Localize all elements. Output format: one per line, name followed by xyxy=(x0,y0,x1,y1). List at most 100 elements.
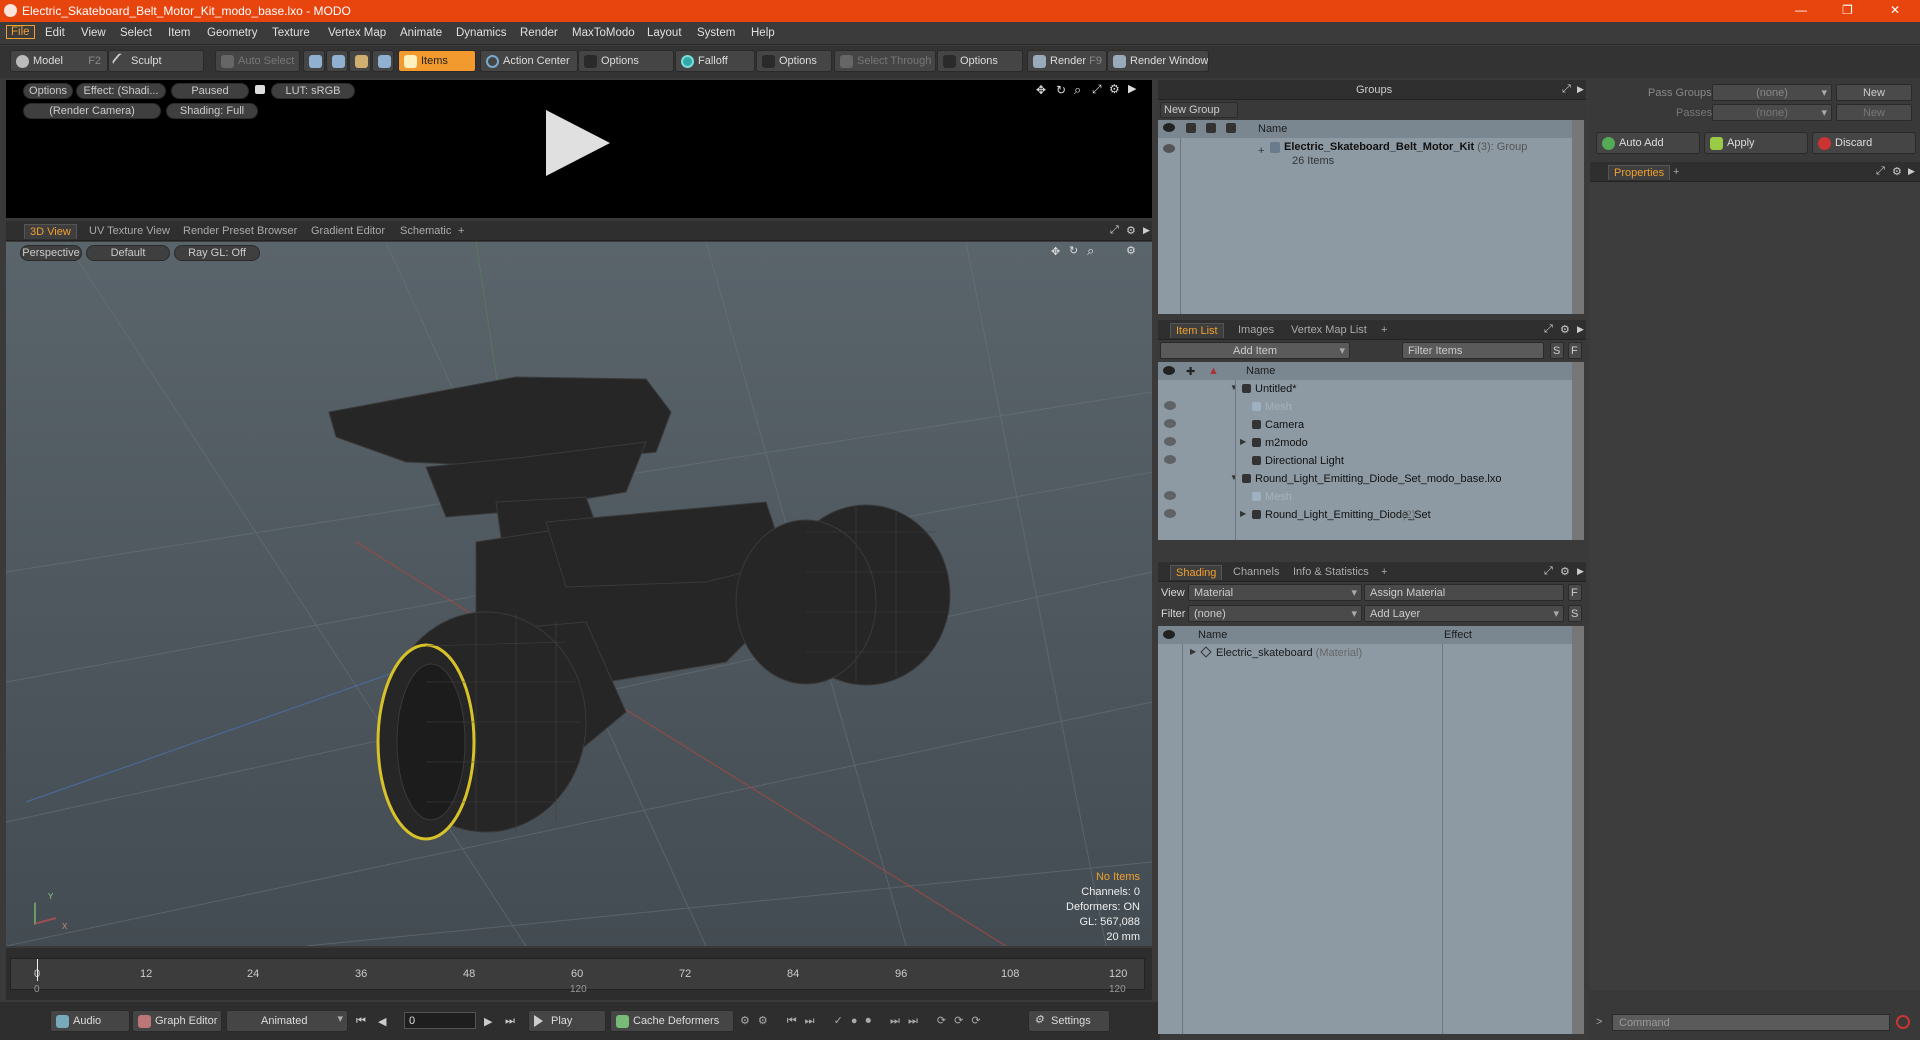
rotate-icon[interactable]: ↻ xyxy=(1069,244,1078,257)
select-through-button[interactable]: Select Through xyxy=(834,50,936,72)
eye-icon[interactable] xyxy=(1163,144,1175,153)
maximize-icon[interactable]: ⤢ xyxy=(1110,224,1119,237)
materials-mode-button[interactable] xyxy=(372,50,394,72)
play-icon[interactable] xyxy=(546,110,610,176)
move-icon[interactable]: ✥ xyxy=(1036,83,1046,97)
arrow-right-icon[interactable]: ▶ xyxy=(1577,324,1584,335)
apply-button[interactable]: Apply xyxy=(1704,132,1808,154)
add-tab-button[interactable]: + xyxy=(1668,165,1684,179)
default-style-dropdown[interactable]: Default xyxy=(86,245,170,261)
shader-scrollbar[interactable] xyxy=(1572,626,1584,1034)
item-row[interactable]: Mesh xyxy=(1158,398,1572,416)
preview-shading-dropdown[interactable]: Shading: Full xyxy=(166,103,258,119)
search-s-button[interactable]: S xyxy=(1550,342,1564,359)
menu-dynamics[interactable]: Dynamics xyxy=(456,27,506,39)
arrow-right-icon[interactable]: ▶ xyxy=(1128,82,1136,95)
eye-icon[interactable] xyxy=(1164,419,1176,428)
search-f-button[interactable]: F xyxy=(1568,342,1582,359)
preview-effect-dropdown[interactable]: Effect: (Shadi... xyxy=(76,83,166,99)
expand-arrow-icon[interactable]: ▶ xyxy=(1190,647,1196,656)
sculpt-mode-button[interactable]: Sculpt xyxy=(108,50,204,72)
collapse-arrow-icon[interactable]: ▼ xyxy=(1230,383,1238,392)
new-group-button[interactable]: New Group xyxy=(1160,102,1238,118)
add-item-dropdown[interactable]: Add Item xyxy=(1160,342,1350,359)
skip-end-icon[interactable]: ⏭ xyxy=(505,1015,515,1028)
action-center-button[interactable]: Action Center xyxy=(480,50,578,72)
zoom-icon[interactable]: ⌕ xyxy=(1074,82,1081,98)
pass-groups-dropdown[interactable]: (none) xyxy=(1712,84,1832,101)
minimize-button[interactable]: — xyxy=(1795,3,1807,17)
view-dropdown[interactable]: Material xyxy=(1188,584,1362,601)
assign-material-button[interactable]: Assign Material xyxy=(1364,584,1564,601)
tab-shading[interactable]: Shading xyxy=(1170,565,1223,580)
eye-icon[interactable] xyxy=(1164,437,1176,446)
tab-channels[interactable]: Channels xyxy=(1228,565,1284,579)
preview-camera-dropdown[interactable]: (Render Camera) xyxy=(23,103,161,119)
render-window-button[interactable]: Render Window xyxy=(1107,50,1209,72)
discard-button[interactable]: Discard xyxy=(1812,132,1916,154)
expand-icon[interactable]: + xyxy=(1258,145,1264,157)
vertices-mode-button[interactable] xyxy=(303,50,325,72)
cache-deformers-button[interactable]: Cache Deformers xyxy=(610,1010,734,1032)
add-tab-button[interactable]: + xyxy=(1376,323,1392,337)
add-tab-button[interactable]: + xyxy=(1376,565,1392,579)
add-tab-button[interactable]: + xyxy=(453,224,469,238)
key-tools-icon[interactable]: ⚙⚙ ⏮⏭ ✓●⏺ ⏭⏭ ⟳⟳⟳ xyxy=(740,1014,989,1028)
preview-options-button[interactable]: Options xyxy=(23,83,73,99)
action-center-options-button[interactable]: Options xyxy=(578,50,674,72)
menu-edit[interactable]: Edit xyxy=(45,27,65,39)
menu-system[interactable]: System xyxy=(697,27,735,39)
select-through-options-button[interactable]: Options xyxy=(937,50,1023,72)
tab-images[interactable]: Images xyxy=(1233,323,1279,337)
itemlist-tree[interactable]: ✚ ▲ Name ▼ Untitled* Mesh Camera ▶ m2modo Dire… xyxy=(1158,362,1572,540)
polygons-mode-button[interactable] xyxy=(349,50,371,72)
menu-geometry[interactable]: Geometry xyxy=(207,27,258,39)
menu-animate[interactable]: Animate xyxy=(400,27,442,39)
tab-gradient-editor[interactable]: Gradient Editor xyxy=(306,224,390,238)
collapse-arrow-icon[interactable]: ▼ xyxy=(1230,473,1238,482)
material-row[interactable]: ▶ Electric_skateboard (Material) xyxy=(1158,644,1572,662)
animated-dropdown[interactable]: Animated xyxy=(226,1010,348,1032)
item-row[interactable]: ▼ Untitled* xyxy=(1158,380,1572,398)
command-input[interactable]: Command xyxy=(1612,1014,1890,1031)
settings-button[interactable]: ⚙ Settings xyxy=(1028,1010,1110,1032)
rotate-icon[interactable]: ↻ xyxy=(1056,83,1066,97)
menu-render[interactable]: Render xyxy=(520,27,558,39)
filter-items-input[interactable]: Filter Items xyxy=(1402,342,1544,359)
skip-start-icon[interactable]: ⏮ xyxy=(356,1015,366,1028)
edges-mode-button[interactable] xyxy=(326,50,348,72)
gear-icon[interactable]: ⚙ xyxy=(1560,323,1570,336)
restore-button[interactable]: ❐ xyxy=(1842,3,1853,17)
falloff-button[interactable]: Falloff xyxy=(675,50,755,72)
raygl-dropdown[interactable]: Ray GL: Off xyxy=(174,245,260,261)
item-row[interactable]: Directional Light xyxy=(1158,452,1572,470)
perspective-dropdown[interactable]: Perspective xyxy=(20,245,82,261)
shading-f-button[interactable]: F xyxy=(1568,584,1582,601)
preview-lut-dropdown[interactable]: LUT: sRGB xyxy=(271,83,355,99)
tab-item-list[interactable]: Item List xyxy=(1170,323,1224,338)
groups-list[interactable]: Name + Electric_Skateboard_Belt_Motor_Ki… xyxy=(1158,120,1572,314)
gear-icon[interactable]: ⚙ xyxy=(1109,82,1120,96)
tab-vertex-map-list[interactable]: Vertex Map List xyxy=(1286,323,1372,337)
new-pass-group-button[interactable]: New xyxy=(1836,84,1912,101)
maximize-icon[interactable]: ⤢ xyxy=(1876,165,1885,178)
zoom-icon[interactable]: ⌕ xyxy=(1087,243,1094,259)
maximize-icon[interactable]: ⤢ xyxy=(1562,83,1571,96)
arrow-right-icon[interactable]: ▶ xyxy=(1577,566,1584,577)
menu-help[interactable]: Help xyxy=(751,27,775,39)
audio-button[interactable]: Audio xyxy=(50,1010,130,1032)
eye-icon[interactable] xyxy=(1164,401,1176,410)
menu-file[interactable]: File xyxy=(6,25,35,39)
item-row[interactable]: ▶ Round_Light_Emitting_Diode_Set (2) xyxy=(1158,506,1572,524)
menu-view[interactable]: View xyxy=(81,27,106,39)
frame-input[interactable]: 0 xyxy=(404,1012,476,1029)
tab-uv-texture-view[interactable]: UV Texture View xyxy=(84,224,175,238)
graph-editor-button[interactable]: Graph Editor xyxy=(132,1010,222,1032)
arrow-right-icon[interactable]: ▶ xyxy=(1143,225,1150,236)
auto-add-button[interactable]: Auto Add xyxy=(1596,132,1700,154)
move-icon[interactable]: ✥ xyxy=(1051,245,1060,258)
playhead[interactable] xyxy=(37,959,38,981)
maximize-icon[interactable]: ⤢ xyxy=(1544,565,1553,578)
item-row[interactable]: Camera xyxy=(1158,416,1572,434)
add-layer-dropdown[interactable]: Add Layer xyxy=(1364,605,1564,622)
